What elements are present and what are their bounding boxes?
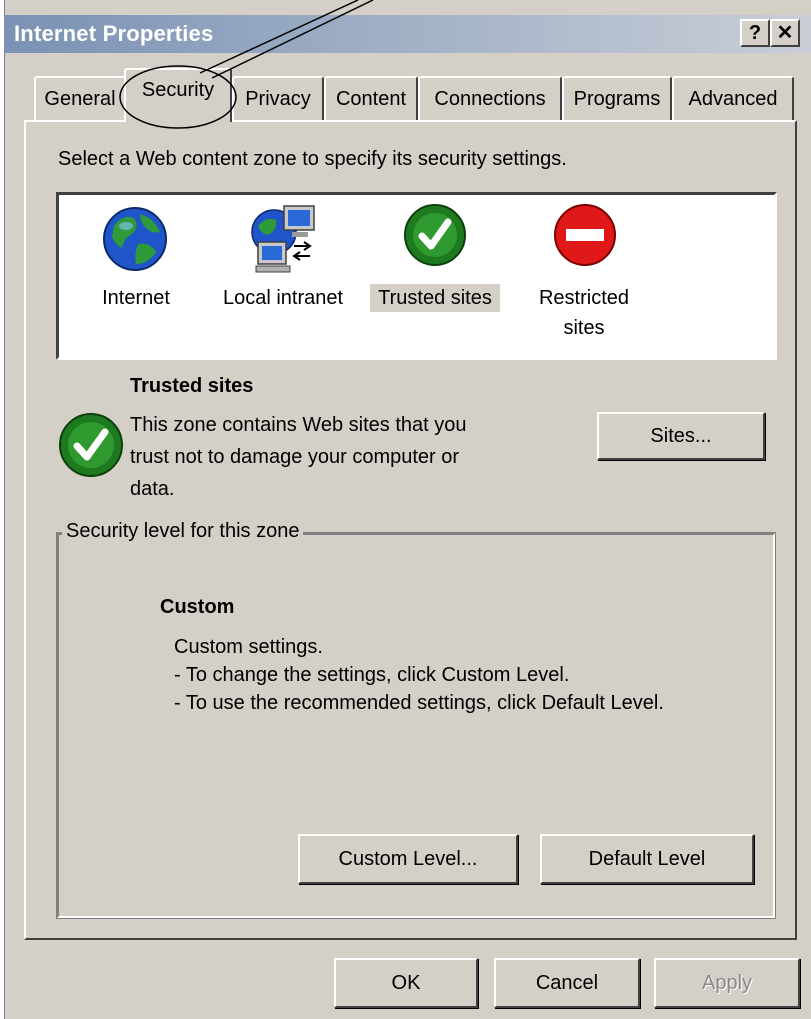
red-no-entry-icon — [554, 204, 616, 266]
zone-item-internet[interactable]: Internet — [90, 200, 182, 330]
security-level-description-line1: Custom settings. — [174, 636, 323, 658]
security-level-group-label: Security level for this zone — [62, 520, 304, 543]
trusted-zone-check-icon — [59, 413, 123, 477]
sites-button[interactable]: Sites... — [597, 412, 765, 460]
zone-heading: Trusted sites — [130, 375, 254, 397]
zone-label-trusted-sites: Trusted sites — [370, 284, 500, 312]
zone-item-trusted-sites[interactable]: Trusted sites — [368, 200, 504, 330]
security-level-description-line3: - To use the recommended settings, click… — [174, 692, 664, 714]
zone-label-restricted-line1: Restricted — [538, 287, 630, 309]
zone-description-line2: trust not to damage your computer or — [130, 446, 460, 468]
zone-description-line1: This zone contains Web sites that you — [130, 414, 467, 436]
zone-label-local-intranet: Local intranet — [222, 287, 344, 309]
custom-level-button[interactable]: Custom Level... — [298, 834, 518, 884]
zone-label-internet: Internet — [102, 287, 170, 309]
zone-item-local-intranet[interactable]: Local intranet — [212, 200, 354, 330]
globe-icon — [103, 207, 167, 271]
security-level-name: Custom — [160, 596, 235, 618]
cancel-button[interactable]: Cancel — [494, 958, 640, 1008]
zone-instruction: Select a Web content zone to specify its… — [58, 148, 567, 170]
default-level-button[interactable]: Default Level — [540, 834, 754, 884]
security-level-description-line2: - To change the settings, click Custom L… — [174, 664, 570, 686]
intranet-icon — [251, 205, 315, 273]
callout-annotation — [119, 0, 374, 129]
ok-button[interactable]: OK — [334, 958, 478, 1008]
zone-label-restricted-line2: sites — [563, 317, 605, 339]
zone-item-restricted-sites[interactable]: Restricted sites — [520, 200, 648, 348]
apply-button[interactable]: Apply — [654, 958, 800, 1008]
zone-description-line3: data. — [130, 478, 175, 500]
green-check-icon — [404, 204, 466, 266]
